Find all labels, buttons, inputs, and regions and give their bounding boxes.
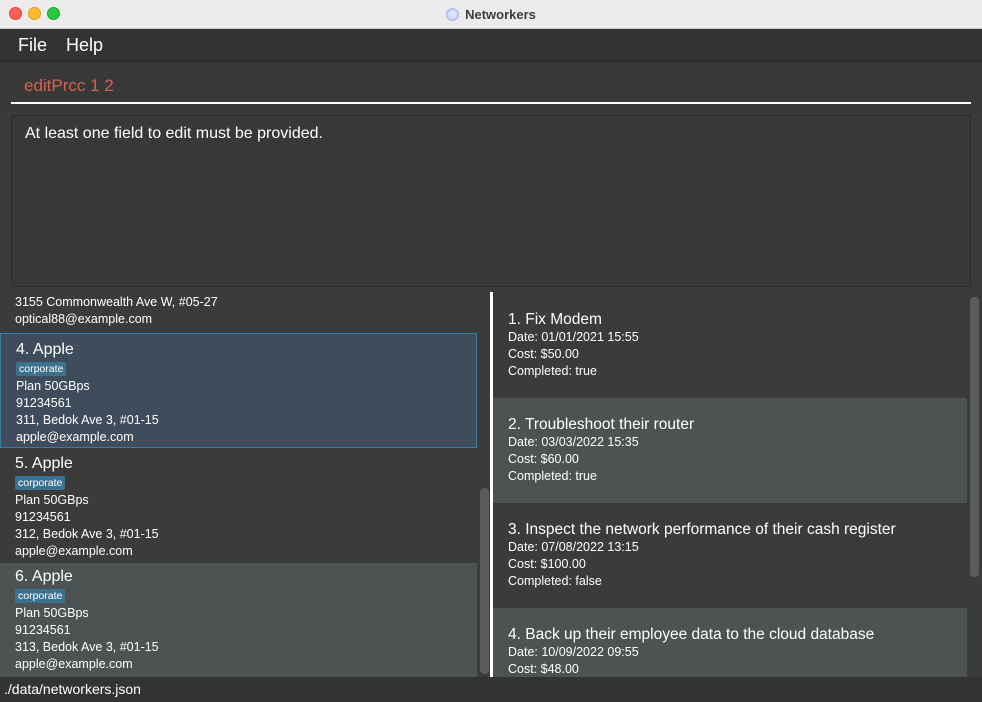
task-title: 2. Troubleshoot their router <box>508 416 695 433</box>
task-cost: Cost: $100.00 <box>508 557 586 571</box>
task-card[interactable]: 3. Inspect the network performance of th… <box>493 503 967 608</box>
person-email: apple@example.com <box>16 430 134 444</box>
command-box: editPrcc 1 2 <box>0 62 982 110</box>
task-cost: Cost: $60.00 <box>508 452 579 466</box>
task-cost: Cost: $48.00 <box>508 662 579 676</box>
window-title: Networkers <box>465 6 536 22</box>
command-input[interactable]: editPrcc 1 2 <box>11 72 971 104</box>
person-card[interactable]: 5. Apple corporate Plan 50GBps 91234561 … <box>0 449 477 562</box>
person-card[interactable]: 6. Apple corporate Plan 50GBps 91234561 … <box>0 563 477 677</box>
menu-file[interactable]: File <box>18 35 47 56</box>
person-tag: corporate <box>15 589 66 603</box>
result-message: At least one field to edit must be provi… <box>25 125 323 142</box>
task-date: Date: 03/03/2022 15:35 <box>508 435 639 449</box>
command-input-text: editPrcc 1 2 <box>24 76 114 95</box>
person-name: 4. Apple <box>16 341 74 358</box>
person-card-partial[interactable]: 3155 Commonwealth Ave W, #05-27 optical8… <box>0 292 477 332</box>
person-plan: Plan 50GBps <box>16 379 90 393</box>
task-title: 1. Fix Modem <box>508 311 602 328</box>
person-phone: 91234561 <box>15 623 71 637</box>
person-address: 312, Bedok Ave 3, #01-15 <box>15 527 159 541</box>
person-plan: Plan 50GBps <box>15 606 89 620</box>
person-card-selected[interactable]: 4. Apple corporate Plan 50GBps 91234561 … <box>0 333 477 448</box>
networkers-app-icon <box>446 7 460 21</box>
status-bar: ./data/networkers.json <box>0 677 982 702</box>
data-file-path: ./data/networkers.json <box>4 681 141 697</box>
task-completed: Completed: true <box>508 364 597 378</box>
task-completed: Completed: true <box>508 469 597 483</box>
task-date: Date: 01/01/2021 15:55 <box>508 330 639 344</box>
task-title: 3. Inspect the network performance of th… <box>508 521 896 538</box>
person-tag: corporate <box>15 476 66 490</box>
task-completed: Completed: false <box>508 574 602 588</box>
person-plan: Plan 50GBps <box>15 493 89 507</box>
menu-bar: File Help <box>0 29 982 62</box>
person-name: 6. Apple <box>15 568 73 585</box>
task-cost: Cost: $50.00 <box>508 347 579 361</box>
task-card[interactable]: 2. Troubleshoot their router Date: 03/03… <box>493 398 967 503</box>
title-bar: Networkers <box>0 0 982 29</box>
person-name: 5. Apple <box>15 455 73 472</box>
task-list-scrollbar[interactable] <box>970 297 979 577</box>
result-display[interactable]: At least one field to edit must be provi… <box>11 115 971 287</box>
person-phone: 91234561 <box>15 510 71 524</box>
person-phone: 91234561 <box>16 396 72 410</box>
task-date: Date: 10/09/2022 09:55 <box>508 645 639 659</box>
task-card[interactable]: 1. Fix Modem Date: 01/01/2021 15:55 Cost… <box>493 292 967 397</box>
person-list-scrollbar[interactable] <box>480 488 489 674</box>
person-email: apple@example.com <box>15 657 133 671</box>
task-list-panel[interactable]: 1. Fix Modem Date: 01/01/2021 15:55 Cost… <box>493 292 982 677</box>
person-email: optical88@example.com <box>15 312 153 326</box>
menu-help[interactable]: Help <box>66 35 103 56</box>
app-window: Networkers File Help editPrcc 1 2 At lea… <box>0 0 982 702</box>
task-date: Date: 07/08/2022 13:15 <box>508 540 639 554</box>
person-address: 313, Bedok Ave 3, #01-15 <box>15 640 159 654</box>
person-address: 3155 Commonwealth Ave W, #05-27 <box>15 295 218 309</box>
task-title: 4. Back up their employee data to the cl… <box>508 626 875 643</box>
person-tag: corporate <box>16 362 67 376</box>
person-list-panel[interactable]: 3155 Commonwealth Ave W, #05-27 optical8… <box>0 292 490 677</box>
person-email: apple@example.com <box>15 544 133 558</box>
task-card[interactable]: 4. Back up their employee data to the cl… <box>493 608 967 677</box>
person-address: 311, Bedok Ave 3, #01-15 <box>16 413 159 427</box>
